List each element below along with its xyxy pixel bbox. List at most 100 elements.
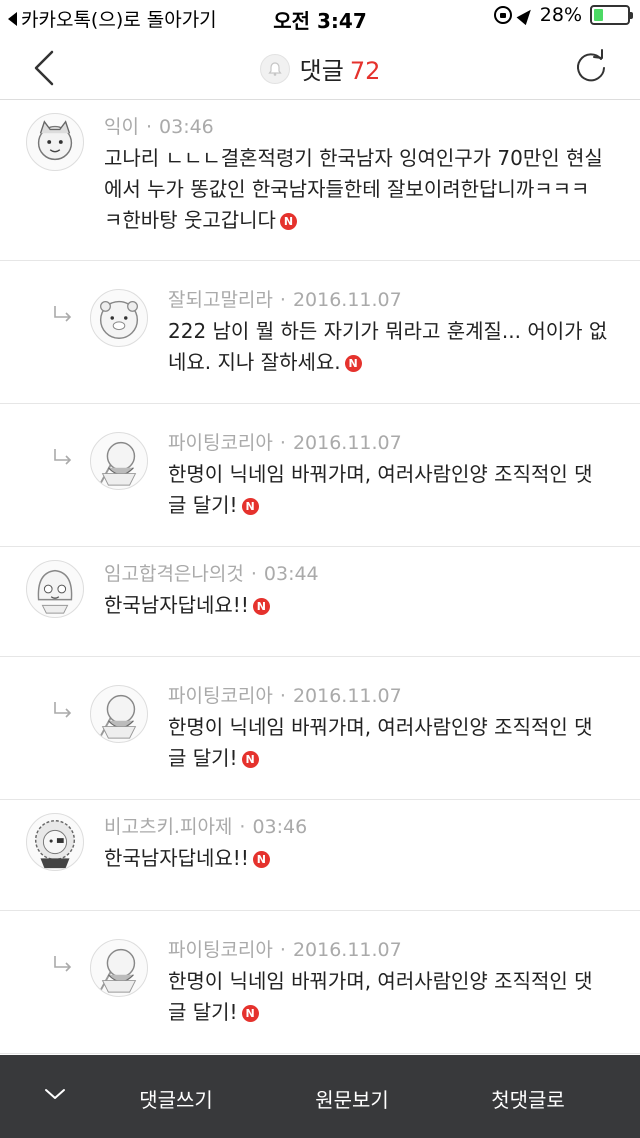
- meta-separator: ·: [279, 432, 286, 454]
- comment-meta: 임고합격은나의것 · 03:44: [104, 559, 319, 586]
- comment-author[interactable]: 파이팅코리아: [168, 432, 273, 454]
- bell-icon[interactable]: [259, 53, 290, 84]
- battery-percent: 28%: [539, 4, 582, 26]
- avatar[interactable]: [26, 813, 84, 871]
- new-badge-icon: N: [241, 751, 259, 768]
- reply-item[interactable]: 파이팅코리아 · 2016.11.07 한명이 닉네임 바꿔가며, 여러사람인양 조직…: [0, 911, 640, 1054]
- comment-line-text: 한명이 닉네임 바꿔가며, 여러사람인양 조직적인 댓: [168, 462, 593, 486]
- comment-line: 고나리 ㄴㄴㄴ결혼적령기 한국남자 잉여인구가 70만인 현실: [104, 143, 603, 174]
- chevron-down-icon[interactable]: [44, 1087, 66, 1101]
- comment-line: 222 남이 뭘 하든 자기가 뭐라고 훈계질... 어이가 없: [168, 316, 607, 347]
- comment-line: 한국남자답네요!! N: [104, 590, 270, 621]
- comment-item[interactable]: 비고츠키.피아제 · 03:46 한국남자답네요!! N: [0, 800, 640, 911]
- title-label: 댓글: [299, 57, 344, 85]
- comment-line-text: 글 달기!: [168, 493, 238, 517]
- meta-separator: ·: [279, 685, 286, 707]
- new-badge-icon: N: [344, 355, 362, 372]
- battery-icon: [590, 5, 633, 25]
- comment-line-text: 에서 누가 똥값인 한국남자들한테 잘보이려한답니까ㅋㅋㅋ: [104, 177, 590, 201]
- comment-author[interactable]: 익이: [104, 116, 139, 138]
- comment-line: 에서 누가 똥값인 한국남자들한테 잘보이려한답니까ㅋㅋㅋ: [104, 174, 603, 205]
- comment-line: 네요. 지나 잘하세요. N: [168, 347, 607, 378]
- comment-line-text: 한국남자답네요!!: [104, 846, 249, 870]
- comment-text: 한국남자답네요!! N: [104, 590, 270, 621]
- refresh-icon[interactable]: [572, 48, 610, 86]
- comment-line-text: 222 남이 뭘 하든 자기가 뭐라고 훈계질... 어이가 없: [168, 319, 608, 343]
- comment-item[interactable]: 임고합격은나의것 · 03:44 한국남자답네요!! N: [0, 547, 640, 657]
- comment-meta: 파이팅코리아 · 2016.11.07: [168, 681, 402, 708]
- reply-arrow-icon: [54, 956, 72, 972]
- comment-time: 03:46: [159, 116, 214, 138]
- avatar[interactable]: [26, 113, 84, 171]
- comment-meta: 익이 · 03:46: [104, 112, 214, 139]
- comment-line-text: 글 달기!: [168, 746, 238, 770]
- comment-line: 한명이 닉네임 바꿔가며, 여러사람인양 조직적인 댓: [168, 459, 593, 490]
- location-icon: [516, 5, 536, 25]
- comment-author[interactable]: 파이팅코리아: [168, 939, 273, 961]
- meta-separator: ·: [250, 563, 257, 585]
- comment-meta: 잘되고말리라 · 2016.11.07: [168, 285, 402, 312]
- comment-meta: 파이팅코리아 · 2016.11.07: [168, 935, 402, 962]
- comment-line-text: 한명이 닉네임 바꿔가며, 여러사람인양 조직적인 댓: [168, 969, 593, 993]
- comment-text: 222 남이 뭘 하든 자기가 뭐라고 훈계질... 어이가 없네요. 지나 잘…: [168, 316, 607, 378]
- reply-item[interactable]: 파이팅코리아 · 2016.11.07 한명이 닉네임 바꿔가며, 여러사람인양 조직…: [0, 657, 640, 800]
- reply-arrow-icon: [54, 449, 72, 465]
- rotation-lock-icon: [493, 6, 512, 24]
- comment-line: ㅋ한바탕 웃고갑니다 N: [104, 205, 603, 236]
- comment-line-text: 한국남자답네요!!: [104, 593, 249, 617]
- status-bar: 카카오톡(으)로 돌아가기 오전 3:47 28%: [0, 0, 640, 34]
- meta-separator: ·: [279, 939, 286, 961]
- bottom-bar: 댓글쓰기 원문보기 첫댓글로: [0, 1055, 640, 1138]
- comment-author[interactable]: 비고츠키.피아제: [104, 816, 232, 838]
- comment-meta: 비고츠키.피아제 · 03:46: [104, 812, 307, 839]
- avatar[interactable]: [90, 685, 148, 743]
- comment-line: 한명이 닉네임 바꿔가며, 여러사람인양 조직적인 댓: [168, 966, 593, 997]
- new-badge-icon: N: [241, 1005, 259, 1022]
- page-title: 댓글 72: [0, 51, 640, 86]
- reply-item[interactable]: 잘되고말리라 · 2016.11.07 222 남이 뭘 하든 자기가 뭐라고 훈계질…: [0, 261, 640, 404]
- battery-fill: [594, 9, 603, 21]
- comment-line: 한명이 닉네임 바꿔가며, 여러사람인양 조직적인 댓: [168, 712, 593, 743]
- comment-time: 2016.11.07: [292, 939, 402, 961]
- avatar[interactable]: [26, 560, 84, 618]
- comment-time: 2016.11.07: [292, 685, 402, 707]
- view-original-button[interactable]: 원문보기: [272, 1084, 432, 1113]
- comment-time: 03:46: [252, 816, 308, 838]
- status-indicators: 28%: [493, 4, 633, 26]
- comment-line: 한국남자답네요!! N: [104, 843, 270, 874]
- comment-author[interactable]: 잘되고말리라: [168, 289, 273, 311]
- avatar[interactable]: [90, 432, 148, 490]
- comment-text: 한국남자답네요!! N: [104, 843, 270, 874]
- comment-time: 2016.11.07: [292, 289, 402, 311]
- comment-line: 글 달기! N: [168, 743, 593, 774]
- comment-time: 2016.11.07: [292, 432, 402, 454]
- comment-text: 한명이 닉네임 바꿔가며, 여러사람인양 조직적인 댓글 달기! N: [168, 712, 593, 774]
- new-badge-icon: N: [279, 213, 297, 230]
- meta-separator: ·: [145, 116, 153, 138]
- new-badge-icon: N: [252, 851, 270, 868]
- reply-item[interactable]: 파이팅코리아 · 2016.11.07 한명이 닉네임 바꿔가며, 여러사람인양 조직…: [0, 404, 640, 547]
- new-badge-icon: N: [252, 598, 270, 615]
- comment-line: 글 달기! N: [168, 997, 593, 1028]
- write-comment-button[interactable]: 댓글쓰기: [96, 1084, 256, 1113]
- comment-line-text: 네요. 지나 잘하세요.: [168, 350, 341, 374]
- header: 댓글 72: [0, 34, 640, 100]
- comment-time: 03:44: [263, 563, 319, 585]
- comment-line-text: ㅋ한바탕 웃고갑니다: [104, 208, 276, 232]
- comment-line-text: 고나리 ㄴㄴㄴ결혼적령기 한국남자 잉여인구가 70만인 현실: [104, 146, 603, 170]
- comment-author[interactable]: 파이팅코리아: [168, 685, 273, 707]
- comment-count: 72: [349, 57, 381, 85]
- new-badge-icon: N: [241, 498, 259, 515]
- comment-item[interactable]: 익이 · 03:46 고나리 ㄴㄴㄴ결혼적령기 한국남자 잉여인구가 70만인 현실에…: [0, 100, 640, 261]
- comment-meta: 파이팅코리아 · 2016.11.07: [168, 428, 402, 455]
- reply-arrow-icon: [54, 702, 72, 718]
- meta-separator: ·: [239, 816, 246, 838]
- comment-author[interactable]: 임고합격은나의것: [104, 563, 244, 585]
- comment-line: 글 달기! N: [168, 490, 593, 521]
- comment-line-text: 한명이 닉네임 바꿔가며, 여러사람인양 조직적인 댓: [168, 715, 593, 739]
- avatar[interactable]: [90, 289, 148, 347]
- avatar[interactable]: [90, 939, 148, 997]
- reply-arrow-icon: [54, 306, 72, 322]
- comment-text: 한명이 닉네임 바꿔가며, 여러사람인양 조직적인 댓글 달기! N: [168, 966, 593, 1028]
- first-comment-button[interactable]: 첫댓글로: [448, 1084, 608, 1113]
